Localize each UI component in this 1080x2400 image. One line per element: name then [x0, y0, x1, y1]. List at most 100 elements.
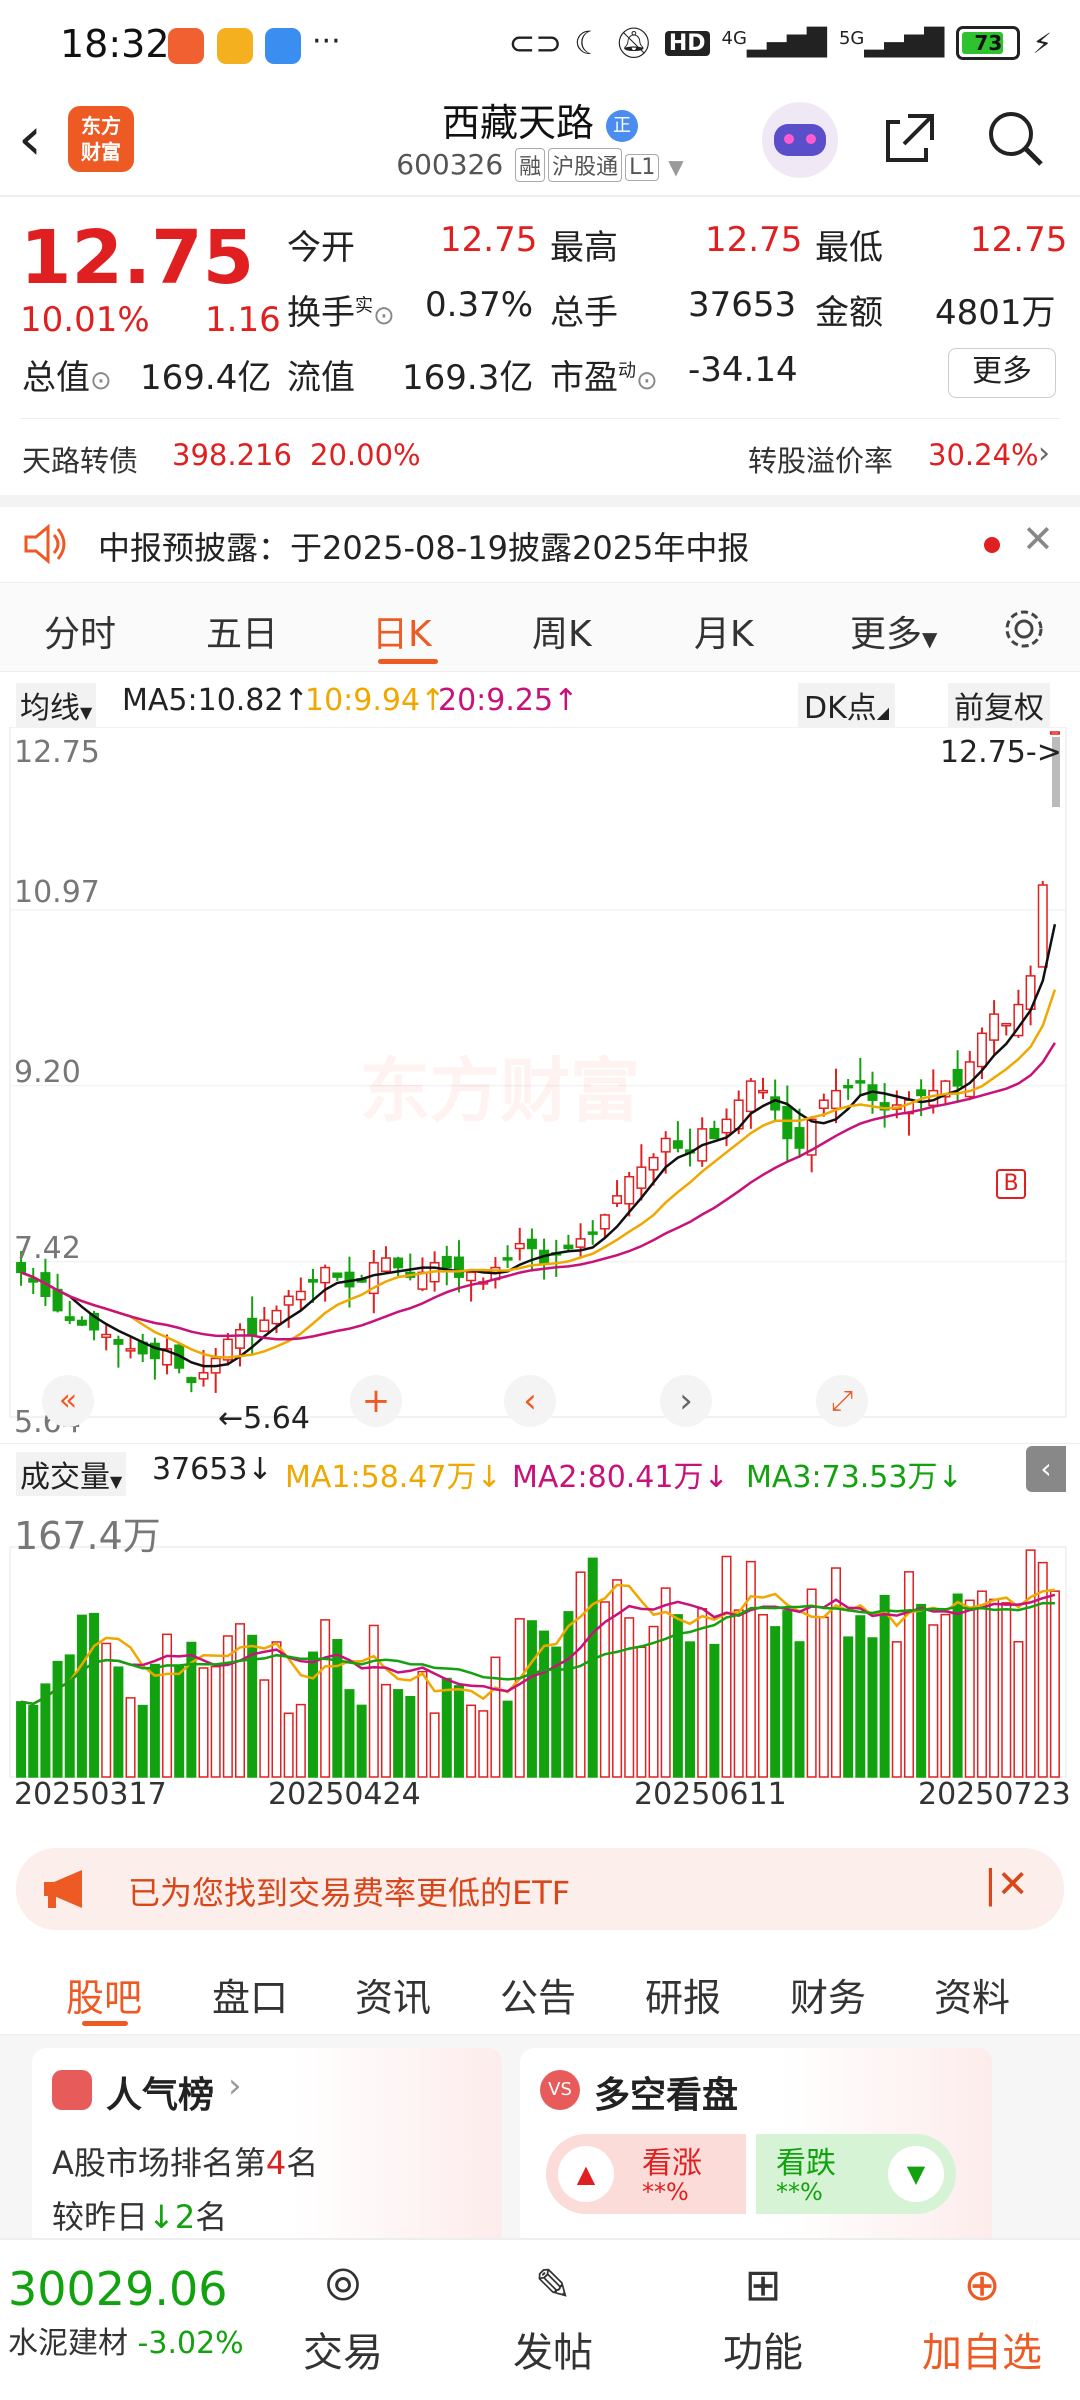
- nav-add-watchlist[interactable]: ⊕ 加自选: [898, 2260, 1066, 2378]
- candle: [186, 1377, 197, 1384]
- volume-bar: [867, 1637, 878, 1778]
- share-icon[interactable]: [880, 108, 940, 168]
- candle: [1049, 731, 1060, 735]
- volume-bar: [466, 1704, 477, 1778]
- ma-select[interactable]: 均线▼: [16, 683, 97, 727]
- volume-bar: [660, 1587, 671, 1778]
- zoom-in-icon[interactable]: +: [350, 1375, 402, 1427]
- buy-marker[interactable]: B: [996, 1169, 1026, 1199]
- volume-bar: [612, 1579, 623, 1778]
- nav-function[interactable]: ⊞ 功能: [688, 2260, 838, 2378]
- premium-value[interactable]: 30.24%: [928, 438, 1039, 472]
- volume-bar: [563, 1611, 574, 1778]
- tab-weekly[interactable]: 周K: [532, 605, 592, 657]
- x-date: 20250424: [268, 1777, 421, 1812]
- candle: [830, 1089, 841, 1110]
- tab-monthly[interactable]: 月K: [694, 605, 754, 657]
- long-short-card[interactable]: VS 多空看盘 ▲ 看涨 **% 看跌 **% ▼: [520, 2048, 992, 2248]
- current-price: 12.75: [20, 215, 255, 301]
- fullscreen-icon[interactable]: ⤢: [816, 1375, 868, 1427]
- tab-intraday[interactable]: 分时: [44, 605, 116, 657]
- collapse-icon[interactable]: ‹: [1026, 1446, 1066, 1492]
- edit-icon: ✎: [534, 2260, 572, 2311]
- volume-bar: [453, 1685, 464, 1778]
- more-quote-button[interactable]: 更多: [948, 348, 1056, 398]
- volume-current: 37653↓: [152, 1452, 273, 1487]
- volume-bar: [393, 1689, 404, 1778]
- volume-bar: [1001, 1602, 1012, 1778]
- y-tick: 10.97: [14, 875, 100, 910]
- tab-profile[interactable]: 资料: [934, 1967, 1010, 2022]
- tab-forum[interactable]: 股吧: [66, 1967, 142, 2022]
- volume-bar: [1049, 1590, 1060, 1778]
- candle: [599, 1214, 610, 1230]
- candle: [952, 1068, 963, 1087]
- candle: [198, 1372, 209, 1380]
- tab-orderbook[interactable]: 盘口: [212, 1967, 288, 2022]
- close-icon[interactable]: ✕: [1022, 517, 1054, 561]
- chevron-down-icon: ▼: [668, 155, 684, 179]
- candle: [855, 1080, 866, 1084]
- vote-up-button[interactable]: ▲ 看涨 **%: [546, 2134, 746, 2214]
- assistant-avatar[interactable]: [762, 102, 838, 178]
- tab-daily[interactable]: 日K: [372, 605, 432, 657]
- tab-financials[interactable]: 财务: [790, 1967, 866, 2022]
- volume-bar: [283, 1712, 294, 1778]
- index-value: 30029.06: [8, 2262, 228, 2316]
- nav-post[interactable]: ✎ 发帖: [478, 2260, 628, 2378]
- notice-text: 中报预披露：于2025-08-19披露2025年中报: [98, 529, 750, 567]
- notice-bar[interactable]: 中报预披露：于2025-08-19披露2025年中报 ✕: [0, 495, 1080, 580]
- high-value: 12.75: [705, 220, 803, 260]
- change-amount: 1.16: [205, 300, 281, 340]
- candle: [976, 1032, 987, 1068]
- dk-point-button[interactable]: DK点◢: [798, 683, 896, 727]
- amount-label: 金额: [815, 293, 883, 333]
- volume-select[interactable]: 成交量▼: [16, 1452, 127, 1496]
- chevron-right-icon[interactable]: ›: [1038, 436, 1050, 471]
- x-date: 20250611: [634, 1777, 787, 1812]
- tab-announcements[interactable]: 公告: [500, 1967, 576, 2022]
- volume-bar: [782, 1610, 793, 1778]
- popularity-title: 人气榜: [106, 2075, 215, 2116]
- candle: [624, 1175, 635, 1205]
- volume-bar: [636, 1646, 647, 1778]
- vol-ma2: MA2:80.41万↓: [512, 1460, 729, 1495]
- pe-value: -34.14: [688, 350, 798, 390]
- low-value: 12.75: [970, 220, 1068, 260]
- tab-research[interactable]: 研报: [645, 1967, 721, 2022]
- bond-price: 398.216: [172, 438, 292, 472]
- tab-more[interactable]: 更多▼: [850, 605, 937, 657]
- volume-bar: [721, 1555, 732, 1778]
- bond-name[interactable]: 天路转债: [22, 438, 138, 480]
- nav-trade[interactable]: ⦾ 交易: [268, 2260, 418, 2378]
- etf-banner[interactable]: 已为您找到交易费率更低的ETF |✕: [16, 1848, 1064, 1930]
- search-icon[interactable]: [985, 108, 1047, 170]
- x-date: 20250723: [918, 1777, 1071, 1812]
- volume-bar: [113, 1666, 124, 1778]
- volume-bar: [733, 1609, 744, 1778]
- close-icon[interactable]: |✕: [984, 1862, 1029, 1906]
- vote-down-button[interactable]: 看跌 **% ▼: [756, 2134, 956, 2214]
- volume-max: 167.4万: [14, 1514, 161, 1558]
- volume-bar: [1025, 1549, 1036, 1778]
- tab-news[interactable]: 资讯: [355, 1967, 431, 2022]
- tab-five-day[interactable]: 五日: [206, 605, 278, 657]
- gear-icon[interactable]: [1000, 605, 1048, 653]
- y-tick: 9.20: [14, 1055, 81, 1090]
- candle: [125, 1348, 136, 1352]
- volume-bar: [745, 1560, 756, 1778]
- popularity-card[interactable]: 人气榜 › A股市场排名第4名 较昨日↓2名: [32, 2048, 502, 2248]
- tag-connect: 沪股通: [548, 148, 623, 182]
- adjust-button[interactable]: 前复权: [948, 683, 1050, 727]
- rewind-icon[interactable]: «: [42, 1375, 94, 1427]
- volume-bar: [64, 1654, 75, 1778]
- candle: [441, 1255, 452, 1269]
- next-icon[interactable]: ›: [660, 1375, 712, 1427]
- yen-icon: ⦾: [325, 2260, 361, 2311]
- add-circle-icon: ⊕: [963, 2260, 1001, 2311]
- volume-bar: [271, 1641, 282, 1778]
- index-widget[interactable]: 30029.06 水泥建材 -3.02%: [8, 2262, 244, 2362]
- volume-bar: [478, 1710, 489, 1778]
- kline-chart[interactable]: [0, 727, 1080, 1835]
- prev-icon[interactable]: ‹: [504, 1375, 556, 1427]
